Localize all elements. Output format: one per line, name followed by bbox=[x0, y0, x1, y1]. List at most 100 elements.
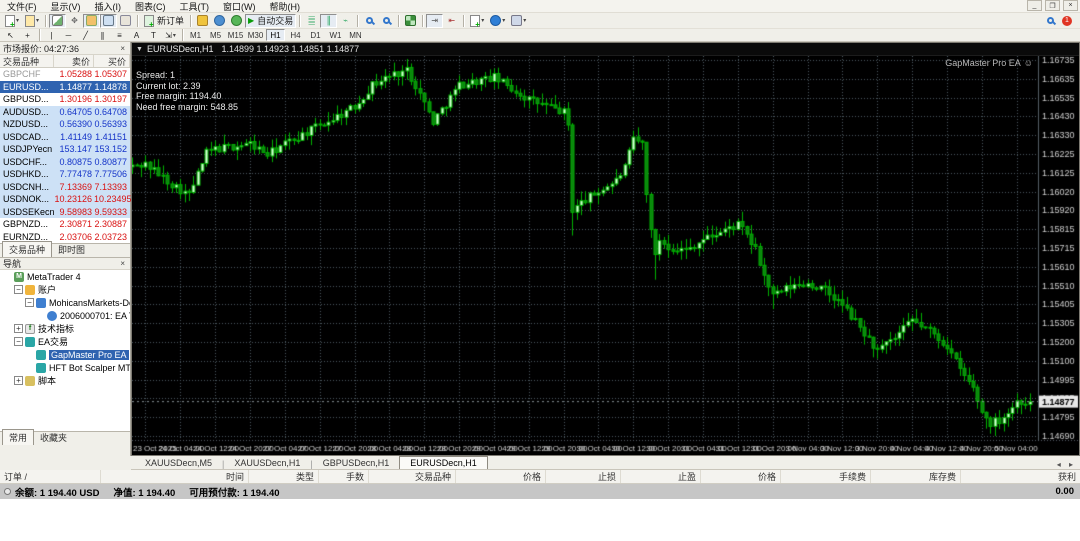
timeframe-H4[interactable]: H4 bbox=[286, 29, 305, 41]
market-watch-row[interactable]: USDCHF... 0.80875 0.80877 bbox=[0, 155, 130, 168]
new-order-button[interactable]: + 新订单 bbox=[141, 14, 187, 28]
minimize-button[interactable]: _ bbox=[1027, 0, 1042, 11]
navigator-item[interactable]: GapMaster Pro EA bbox=[0, 348, 130, 361]
chart-tab-XAUUSDecn,M5[interactable]: XAUUSDecn,M5 bbox=[135, 457, 222, 469]
timeframe-H1[interactable]: H1 bbox=[266, 29, 285, 41]
market-watch-row[interactable]: USDNOK... 10.23126 10.23495 bbox=[0, 193, 132, 206]
navigator-item[interactable]: + 脚本 bbox=[0, 374, 130, 387]
bar-chart-button[interactable]: 𝄛 bbox=[303, 14, 320, 28]
market-watch-row[interactable]: USDHKD... 7.77478 7.77506 bbox=[0, 168, 130, 181]
market-watch-tab-即时图[interactable]: 即时图 bbox=[52, 242, 91, 257]
expand-icon[interactable]: + bbox=[14, 324, 23, 333]
chart-plot-area[interactable]: Spread: 1 Current lot: 2.39 Free margin: 1… bbox=[132, 56, 1079, 455]
balance-row[interactable]: 余额: 1 194.40 USD 净值: 1 194.40 可用预付款: 1 1… bbox=[0, 484, 1080, 499]
market-watch-toggle[interactable] bbox=[49, 13, 67, 28]
navigator-item[interactable]: − MohicansMarkets-Demo bbox=[0, 296, 130, 309]
line-chart-button[interactable]: ⌁ bbox=[337, 14, 354, 28]
data-window-toggle[interactable]: ✥ bbox=[66, 14, 83, 28]
timeframe-M5[interactable]: M5 bbox=[206, 29, 225, 41]
column-header-0[interactable]: 交易品种 bbox=[0, 55, 54, 67]
market-watch-row[interactable]: USDSEKecn 9.58983 9.59333 bbox=[0, 205, 130, 218]
tile-windows-button[interactable] bbox=[402, 14, 419, 28]
market-watch-tab-交易品种[interactable]: 交易品种 bbox=[2, 241, 53, 257]
tab-scroll-arrows[interactable]: ◂ ▸ bbox=[1057, 460, 1076, 469]
terminal-column-9[interactable]: 手续费 bbox=[780, 470, 870, 483]
zoom-in-button[interactable] bbox=[361, 14, 378, 28]
navigator-item[interactable]: HFT Bot Scalper MT1420 bbox=[0, 361, 130, 374]
cursor-tool[interactable]: ↖ bbox=[2, 28, 19, 42]
navigator-item[interactable]: − EA交易 bbox=[0, 335, 130, 348]
market-button[interactable] bbox=[228, 14, 245, 28]
chart-shift-button[interactable]: ⇤ bbox=[443, 14, 460, 28]
market-watch-row[interactable]: GBPNZD... 2.30871 2.30887 bbox=[0, 218, 130, 231]
chart-tab-GBPUSDecn,H1[interactable]: GBPUSDecn,H1 bbox=[313, 457, 400, 469]
notification-badge[interactable]: 1 bbox=[1062, 15, 1072, 26]
collapse-icon[interactable] bbox=[4, 488, 11, 495]
terminal-column-6[interactable]: 止损 bbox=[545, 470, 620, 483]
chart-tab-XAUUSDecn,H1[interactable]: XAUUSDecn,H1 bbox=[224, 457, 310, 469]
indicators-button[interactable]: + ▾ bbox=[467, 14, 487, 28]
timeframe-D1[interactable]: D1 bbox=[306, 29, 325, 41]
menu-item-图表[interactable]: 图表(C) bbox=[128, 0, 173, 13]
menu-item-文件[interactable]: 文件(F) bbox=[0, 0, 44, 13]
candlestick-chart-canvas[interactable] bbox=[132, 56, 1079, 455]
terminal-column-0[interactable]: 订单 / bbox=[0, 470, 100, 483]
candlestick-button[interactable]: ║ bbox=[320, 13, 338, 28]
strategy-tester-toggle[interactable] bbox=[117, 14, 134, 28]
search-icon[interactable] bbox=[1047, 17, 1054, 24]
autotrading-button[interactable]: ▶ 自动交易 bbox=[245, 13, 297, 28]
navigator-toggle[interactable] bbox=[83, 13, 101, 28]
market-watch-row[interactable]: GBPCHF 1.05288 1.05307 bbox=[0, 68, 130, 81]
timeframe-W1[interactable]: W1 bbox=[326, 29, 345, 41]
close-icon[interactable]: × bbox=[118, 44, 127, 53]
expand-icon[interactable]: + bbox=[14, 376, 23, 385]
templates-button[interactable]: ▾ bbox=[508, 14, 529, 28]
terminal-column-10[interactable]: 库存费 bbox=[870, 470, 960, 483]
terminal-column-11[interactable]: 获利 bbox=[960, 470, 1080, 483]
timeframe-MN[interactable]: MN bbox=[346, 29, 365, 41]
community-button[interactable] bbox=[211, 14, 228, 28]
navigator-tab-常用[interactable]: 常用 bbox=[2, 429, 35, 445]
menu-item-工具[interactable]: 工具(T) bbox=[173, 0, 217, 13]
column-header-1[interactable]: 卖价 bbox=[54, 55, 94, 67]
horizontal-line-tool[interactable]: ─ bbox=[60, 28, 77, 42]
timeframe-M1[interactable]: M1 bbox=[186, 29, 205, 41]
terminal-column-3[interactable]: 手数 bbox=[318, 470, 368, 483]
market-watch-row[interactable]: USDCNH... 7.13369 7.13393 bbox=[0, 180, 130, 193]
market-watch-row[interactable]: AUDUSD... 0.64705 0.64708 bbox=[0, 105, 130, 118]
chart-titlebar[interactable]: ▼ EURUSDecn,H1 1.14899 1.14923 1.14851 1… bbox=[132, 43, 1079, 56]
periods-button[interactable]: ▾ bbox=[487, 14, 508, 28]
new-chart-button[interactable]: + ▾ bbox=[2, 14, 22, 28]
market-watch-row[interactable]: USDJPYecn 153.147 153.152 bbox=[0, 143, 130, 156]
chart-tab-EURUSDecn,H1[interactable]: EURUSDecn,H1 bbox=[399, 456, 488, 469]
navigator-item[interactable]: M MetaTrader 4 bbox=[0, 270, 130, 283]
navigator-tab-收藏夹[interactable]: 收藏夹 bbox=[34, 430, 73, 445]
market-watch-row[interactable]: USDCAD... 1.41149 1.41151 bbox=[0, 130, 130, 143]
terminal-column-5[interactable]: 价格 bbox=[455, 470, 545, 483]
menu-item-显示[interactable]: 显示(V) bbox=[44, 0, 88, 13]
vertical-line-tool[interactable]: | bbox=[43, 28, 60, 42]
market-watch-row[interactable]: EURUSD... 1.14877 1.14878 bbox=[0, 80, 130, 93]
menu-item-窗口[interactable]: 窗口(W) bbox=[216, 0, 263, 13]
collapse-icon[interactable]: − bbox=[14, 285, 23, 294]
market-watch-row[interactable]: NZDUSD... 0.56390 0.56393 bbox=[0, 118, 130, 131]
terminal-column-1[interactable]: 时间 bbox=[100, 470, 248, 483]
terminal-column-2[interactable]: 类型 bbox=[248, 470, 318, 483]
profiles-button[interactable]: ▾ bbox=[22, 14, 42, 28]
menu-item-帮助[interactable]: 帮助(H) bbox=[263, 0, 308, 13]
trendline-tool[interactable]: ╱ bbox=[77, 28, 94, 42]
timeframe-M15[interactable]: M15 bbox=[226, 29, 245, 41]
terminal-column-8[interactable]: 价格 bbox=[700, 470, 780, 483]
menu-item-插入[interactable]: 插入(I) bbox=[88, 0, 129, 13]
market-watch-row[interactable]: GBPUSD... 1.30196 1.30197 bbox=[0, 93, 130, 106]
terminal-column-4[interactable]: 交易品种 bbox=[368, 470, 455, 483]
terminal-column-7[interactable]: 止盈 bbox=[620, 470, 700, 483]
close-button[interactable]: × bbox=[1063, 0, 1078, 11]
zoom-out-button[interactable] bbox=[378, 14, 395, 28]
collapse-icon[interactable]: − bbox=[25, 298, 34, 307]
text-tool[interactable]: A bbox=[128, 28, 145, 42]
navigator-item[interactable]: + f 技术指标 bbox=[0, 322, 130, 335]
collapse-icon[interactable]: − bbox=[14, 337, 23, 346]
metaeditor-button[interactable] bbox=[194, 14, 211, 28]
close-icon[interactable]: × bbox=[118, 259, 127, 268]
